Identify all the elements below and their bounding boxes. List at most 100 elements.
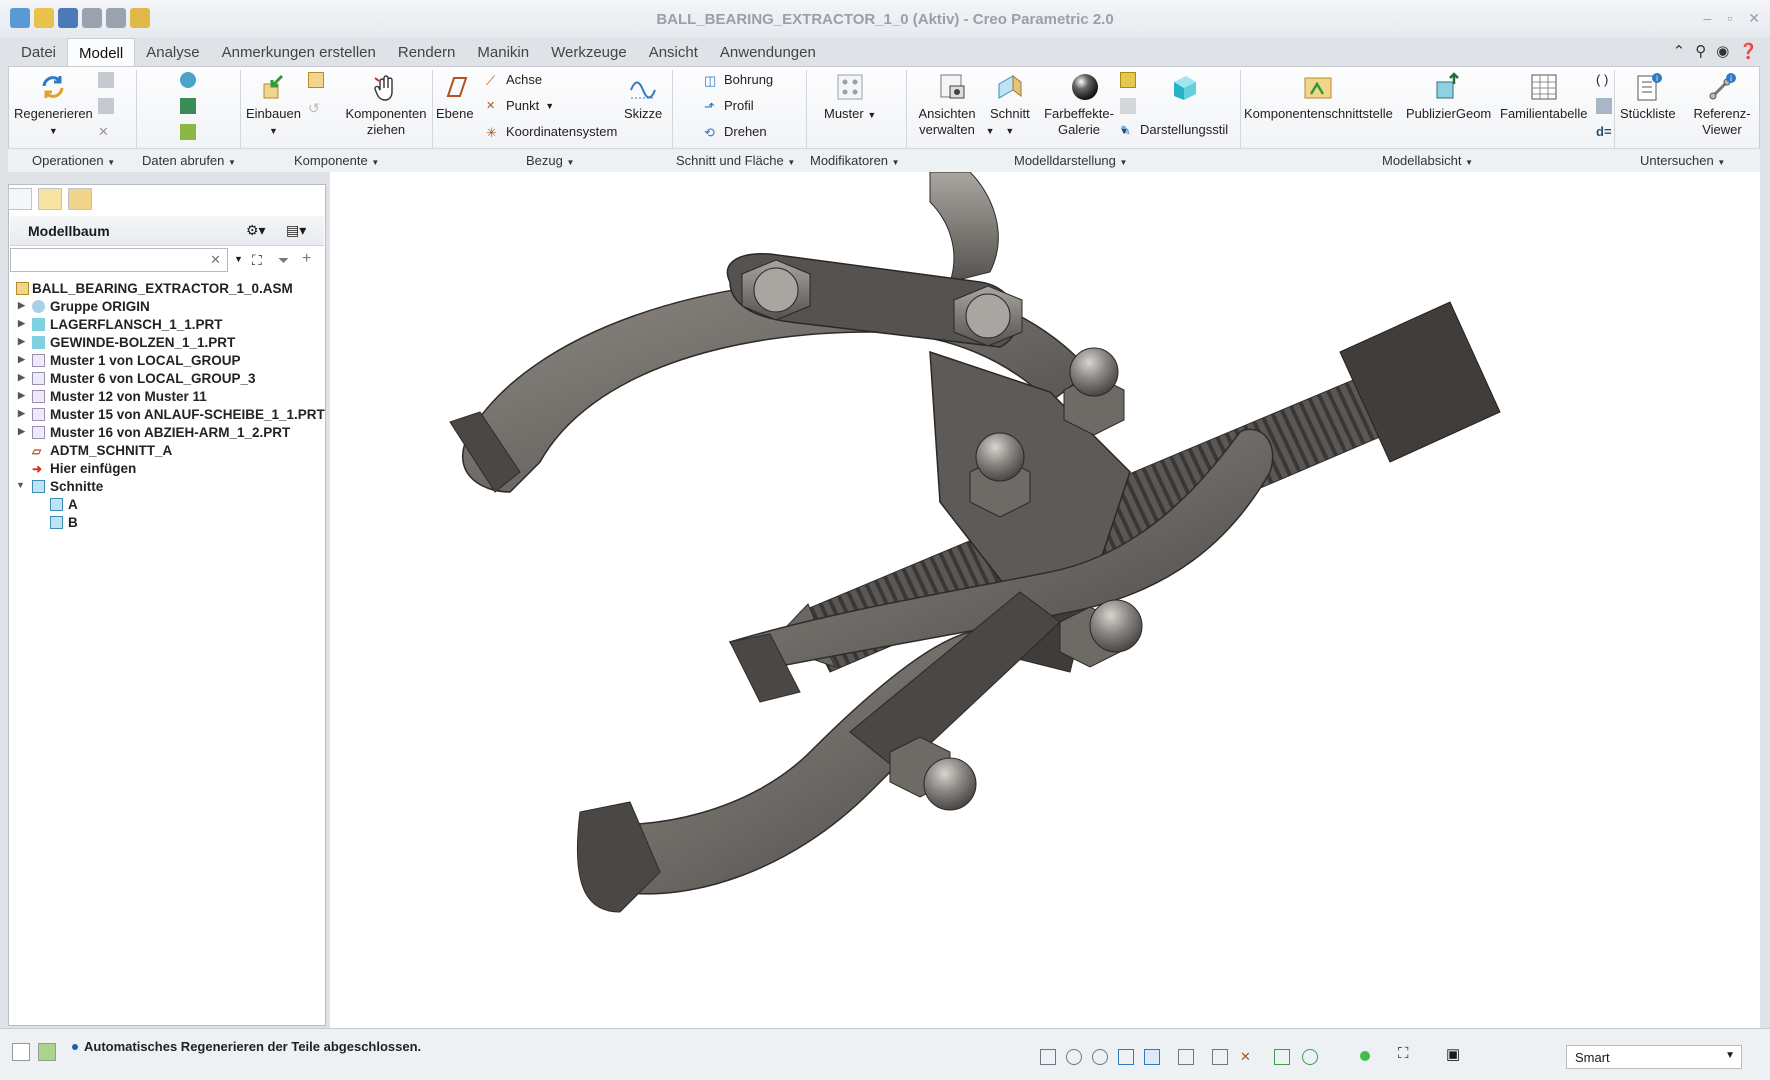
copy-icon[interactable] [98, 72, 114, 88]
tree-item-muster-12[interactable]: ▶ Muster 12 von Muster 11 [10, 388, 322, 406]
ansichten-verwalten-button[interactable]: Ansichten verwalten ▼ [912, 72, 995, 139]
tab-anwendungen[interactable]: Anwendungen [709, 38, 827, 66]
create-component-icon[interactable] [308, 72, 324, 88]
zoom-in-icon[interactable] [1066, 1049, 1082, 1065]
selection-filter-dropdown[interactable]: Smart ▼ [1566, 1045, 1742, 1069]
tree-item-schnitte[interactable]: ▼ Schnitte [10, 478, 322, 496]
tree-item-adtm-schnitt[interactable]: ⏥ ADTM_SCHNITT_A [10, 442, 322, 460]
minimize-button[interactable]: – [1704, 10, 1712, 27]
parameters-icon[interactable] [1596, 98, 1612, 114]
community-icon[interactable]: ◉ [1716, 42, 1729, 60]
delete-button[interactable]: ✕ [98, 124, 109, 140]
tab-manikin[interactable]: Manikin [466, 38, 540, 66]
tree-item-section-b[interactable]: B [10, 514, 322, 532]
tree-item-muster-1[interactable]: ▶ Muster 1 von LOCAL_GROUP [10, 352, 322, 370]
expand-icon[interactable]: ▶ [18, 408, 25, 419]
koordinatensystem-button[interactable]: ✳ Koordinatensystem [486, 124, 617, 140]
filter-icon[interactable]: ⏷ [278, 252, 289, 269]
tab-modell[interactable]: Modell [67, 38, 136, 66]
tab-analyse[interactable]: Analyse [135, 38, 210, 66]
tree-item-muster-16[interactable]: ▶ Muster 16 von ABZIEH-ARM_1_2.PRT [10, 424, 322, 442]
komponenten-ziehen-button[interactable]: Komponenten ziehen [344, 72, 428, 138]
group-daten-abrufen[interactable]: Daten abrufen ▼ [142, 153, 236, 168]
relations-button[interactable]: ( ) [1596, 72, 1608, 87]
settings-icon[interactable]: ⚙▾ [246, 222, 266, 239]
dome-nut-2[interactable] [1063, 347, 1125, 436]
regenerieren-button[interactable]: Regenerieren ▼ [14, 72, 93, 139]
find-status-icon[interactable]: ⛶ [1398, 1045, 1409, 1062]
group-modellabsicht[interactable]: Modellabsicht ▼ [1382, 153, 1473, 168]
help-icon[interactable]: ❓ [1739, 42, 1758, 60]
group-komponente[interactable]: Komponente ▼ [294, 153, 379, 168]
dome-nut-1[interactable] [969, 432, 1031, 518]
maximize-button[interactable]: ▫ [1727, 10, 1732, 27]
bearing-extractor-model[interactable] [330, 171, 1760, 1028]
dome-nut-4[interactable] [889, 736, 977, 811]
expand-icon[interactable]: ▶ [18, 336, 25, 347]
expand-icon[interactable]: ▶ [18, 318, 25, 329]
annotation-display-icon[interactable] [1274, 1049, 1290, 1065]
drehen-button[interactable]: ⟲ Drehen [704, 124, 767, 140]
model-tree-tab-icon[interactable] [8, 188, 32, 210]
search-dropdown-icon[interactable]: ▼ [234, 254, 243, 264]
tab-werkzeuge[interactable]: Werkzeuge [540, 38, 638, 66]
ebene-button[interactable]: Ebene [436, 72, 474, 122]
data-share-icon[interactable] [180, 72, 196, 88]
group-modifikatoren[interactable]: Modifikatoren ▼ [810, 153, 900, 168]
display-icon-1[interactable] [1120, 72, 1136, 88]
repeat-icon[interactable]: ↺ [308, 100, 324, 116]
group-operationen[interactable]: Operationen ▼ [32, 153, 115, 168]
refit-icon[interactable] [1040, 1049, 1056, 1065]
tab-ansicht[interactable]: Ansicht [638, 38, 709, 66]
paste-icon[interactable] [98, 98, 114, 114]
display-style-status-icon[interactable] [1178, 1049, 1194, 1065]
data-merge-icon[interactable] [180, 98, 196, 114]
expand-icon[interactable]: ▶ [18, 390, 25, 401]
tree-item-section-a[interactable]: A [10, 496, 322, 514]
data-copy-icon[interactable] [180, 124, 196, 140]
expand-icon[interactable]: ▶ [18, 426, 25, 437]
browser-toggle-icon[interactable] [38, 1043, 56, 1061]
tree-item-root[interactable]: BALL_BEARING_EXTRACTOR_1_0.ASM [10, 280, 322, 298]
display-icon-2[interactable] [1120, 98, 1136, 114]
tab-rendern[interactable]: Rendern [387, 38, 467, 66]
search-icon[interactable]: ⚲ [1695, 42, 1706, 60]
datum-display-icon[interactable]: ✕ [1240, 1049, 1256, 1065]
graphics-viewport[interactable] [330, 171, 1760, 1028]
folder-browser-tab-icon[interactable] [38, 188, 62, 210]
group-untersuchen[interactable]: Untersuchen ▼ [1640, 153, 1725, 168]
tab-datei[interactable]: Datei [10, 38, 67, 66]
group-bezug[interactable]: Bezug ▼ [526, 153, 574, 168]
saved-orientations-icon[interactable] [1144, 1049, 1160, 1065]
profil-button[interactable]: ⬏ Profil [704, 98, 754, 114]
expand-icon[interactable]: ▶ [18, 300, 25, 311]
familientabelle-button[interactable]: Familientabelle [1500, 72, 1587, 122]
equation-button[interactable]: d= [1596, 124, 1612, 139]
bohrung-button[interactable]: ◫ Bohrung [704, 72, 773, 88]
group-modelldarstellung[interactable]: Modelldarstellung ▼ [1014, 153, 1127, 168]
achse-button[interactable]: ⟋ Achse [486, 72, 542, 88]
zoom-out-icon[interactable] [1092, 1049, 1108, 1065]
tree-item-muster-15[interactable]: ▶ Muster 15 von ANLAUF-SCHEIBE_1_1.PRT [10, 406, 325, 424]
stueckliste-button[interactable]: i Stückliste [1620, 72, 1676, 122]
spin-center-icon[interactable] [1302, 1049, 1318, 1065]
cube-view-button[interactable] [1170, 72, 1200, 106]
tab-anmerkungen[interactable]: Anmerkungen erstellen [211, 38, 387, 66]
tree-item-gewinde-bolzen[interactable]: ▶ GEWINDE-BOLZEN_1_1.PRT [10, 334, 322, 352]
punkt-button[interactable]: ✕ Punkt ▼ [486, 98, 554, 113]
tree-item-muster-6[interactable]: ▶ Muster 6 von LOCAL_GROUP_3 [10, 370, 322, 388]
navigator-toggle-icon[interactable] [12, 1043, 30, 1061]
darstellungsstil-button[interactable]: ✎ Darstellungsstil [1120, 122, 1228, 138]
referenz-viewer-button[interactable]: i Referenz-Viewer [1690, 72, 1754, 138]
tree-item-hier-einfuegen[interactable]: ➜ Hier einfügen [10, 460, 322, 478]
favorites-tab-icon[interactable] [68, 188, 92, 210]
find-icon[interactable]: ⛶ [252, 252, 262, 269]
collapse-ribbon-icon[interactable]: ⌃ [1673, 42, 1686, 60]
select-mode-icon[interactable]: ▣ [1446, 1045, 1460, 1063]
view-manager-status-icon[interactable] [1212, 1049, 1228, 1065]
search-input[interactable]: ✕ [10, 248, 228, 272]
tree-item-lagerflansch[interactable]: ▶ LAGERFLANSCH_1_1.PRT [10, 316, 322, 334]
show-icon[interactable]: ▤▾ [286, 222, 306, 239]
schnitt-button[interactable]: Schnitt ▼ [990, 72, 1030, 139]
komponentenschnittstelle-button[interactable]: Komponentenschnittstelle [1244, 72, 1393, 122]
